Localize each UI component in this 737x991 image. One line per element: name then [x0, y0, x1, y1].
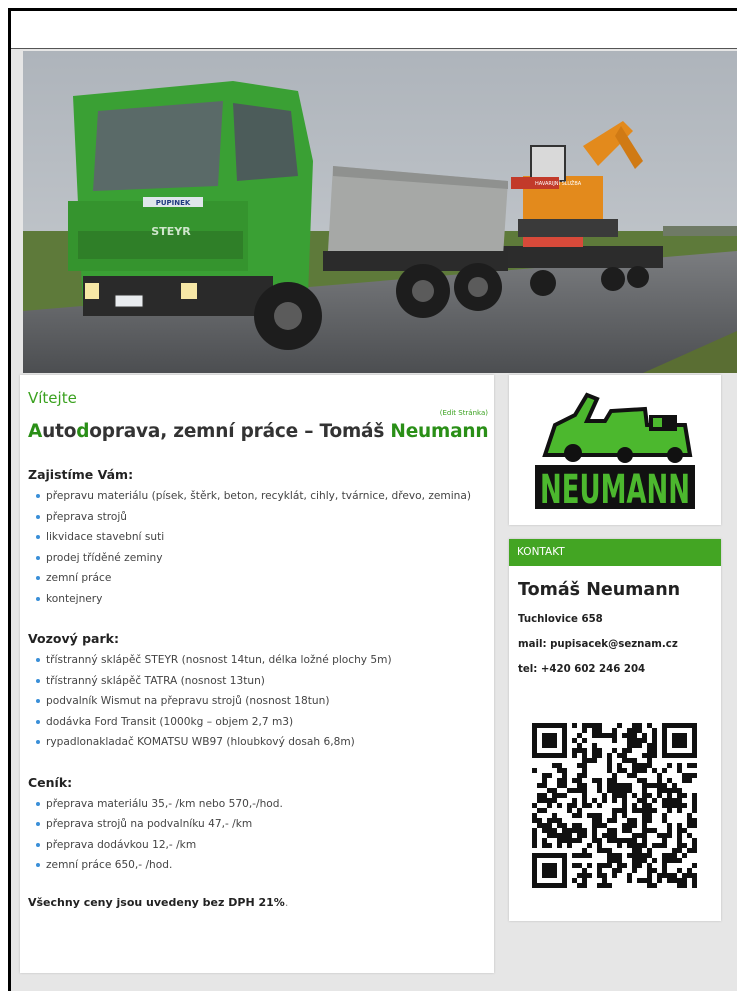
contact-name: Tomáš Neumann [518, 580, 681, 600]
list-item: přeprava strojů [34, 507, 488, 528]
list-item: třístranný sklápěč STEYR (nosnost 14tun,… [34, 650, 488, 671]
services-heading: Zajistíme Vám: [28, 467, 134, 482]
welcome-heading: Vítejte [28, 389, 77, 407]
prices-heading: Ceník: [28, 774, 73, 790]
contact-header: KONTAKT [509, 539, 721, 566]
title-part: d [76, 421, 90, 442]
logo-text: NEUMANN [540, 467, 690, 513]
list-item: zemní práce 650,- /hod. [34, 855, 488, 876]
edit-page-link[interactable]: (Edit Stránka) [440, 409, 488, 417]
list-item: prodej tříděné zeminy [34, 548, 488, 569]
logo-card: NEUMANN [509, 375, 721, 525]
list-item: třístranný sklápěč TATRA (nosnost 13tun) [34, 671, 488, 692]
prices-list: přeprava materiálu 35,- /km nebo 570,-/h… [34, 794, 488, 876]
top-bar [11, 11, 737, 49]
contact-email[interactable]: mail: pupisacek@seznam.cz [518, 639, 721, 650]
title-part: oprava, zemní práce – Tomáš [89, 421, 391, 442]
neumann-logo: NEUMANN [535, 392, 695, 513]
fleet-list: třístranný sklápěč STEYR (nosnost 14tun,… [34, 650, 488, 753]
list-item: přepravu materiálu (písek, štěrk, beton,… [34, 486, 488, 507]
contact-phone[interactable]: tel: +420 602 246 204 [518, 664, 721, 675]
hero-banner-image: PUPINEK STEYR HAVARIJNÍ SLUŽBA [23, 51, 737, 373]
list-item: přeprava materiálu 35,- /km nebo 570,-/h… [34, 794, 488, 815]
list-item: likvidace stavební suti [34, 527, 488, 548]
vat-note: Všechny ceny jsou uvedeny bez DPH 21%. [28, 896, 488, 909]
truck-brand-label: STEYR [151, 225, 191, 238]
trailer-sign-label: HAVARIJNÍ SLUŽBA [535, 179, 582, 187]
title-part: A [28, 421, 43, 442]
vat-note-text: Všechny ceny jsou uvedeny bez DPH 21% [28, 895, 285, 909]
list-item: dodávka Ford Transit (1000kg – objem 2,7… [34, 712, 488, 733]
list-item: přeprava strojů na podvalníku 47,- /km [34, 814, 488, 835]
list-item: rypadlonakladač KOMATSU WB97 (hloubkový … [34, 732, 488, 753]
main-content-card: Vítejte (Edit Stránka) Autodoprava, zemn… [20, 375, 494, 973]
list-item: zemní práce [34, 568, 488, 589]
list-item: přeprava dodávkou 12,- /km [34, 835, 488, 856]
title-part: Neumann [390, 421, 489, 442]
title-part: uto [42, 421, 77, 442]
truck-plate-label: PUPINEK [156, 199, 191, 207]
contact-card: KONTAKT Tomáš Neumann Tuchlovice 658 mai… [509, 539, 721, 921]
services-list: přepravu materiálu (písek, štěrk, beton,… [34, 486, 488, 609]
list-item: kontejnery [34, 589, 488, 610]
list-item: podvalník Wismut na přepravu strojů (nos… [34, 691, 488, 712]
page-title: Autodoprava, zemní práce – Tomáš Neumann [28, 421, 489, 442]
vat-note-period: . [284, 895, 289, 909]
qr-code [529, 717, 701, 897]
fleet-heading: Vozový park: [28, 631, 119, 646]
contact-address: Tuchlovice 658 [518, 614, 603, 625]
